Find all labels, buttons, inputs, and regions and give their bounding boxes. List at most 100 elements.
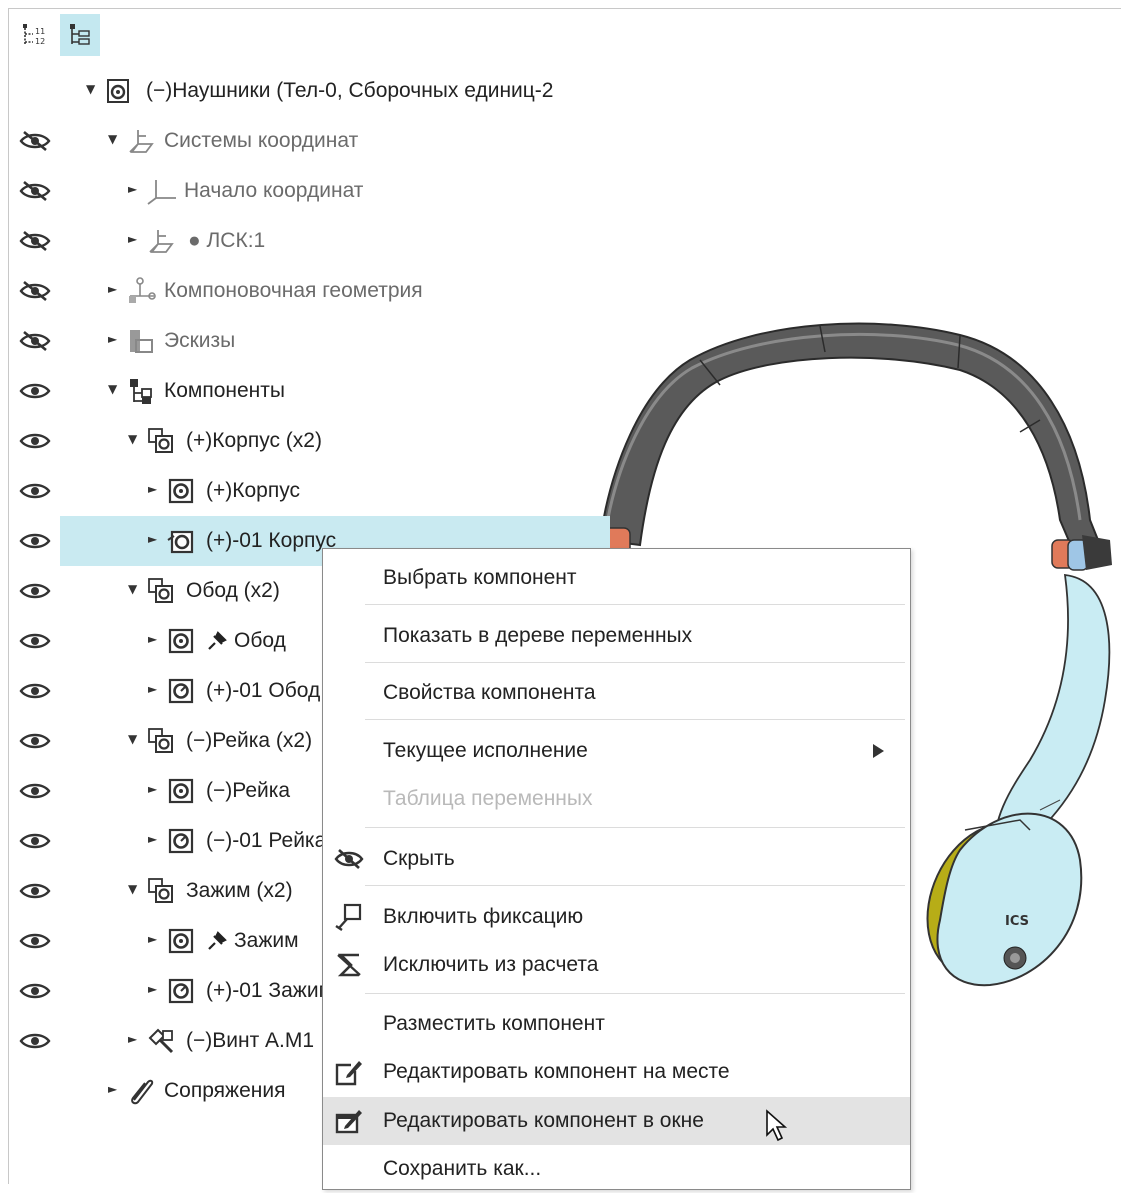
part-variant-icon bbox=[167, 530, 194, 554]
expand-arrow-icon[interactable]: ► bbox=[148, 833, 160, 845]
tree-row-sketches[interactable]: ► Эскизы bbox=[0, 316, 610, 366]
expand-arrow-icon[interactable]: ▼ bbox=[108, 383, 120, 395]
tree-structure-button[interactable] bbox=[60, 14, 100, 56]
expand-arrow-icon[interactable]: ► bbox=[148, 533, 160, 545]
mouse-cursor-icon bbox=[766, 1109, 788, 1142]
menu-item-label: Скрыть bbox=[383, 847, 455, 870]
visible-eye-icon[interactable] bbox=[18, 978, 52, 1004]
tree-row-layout-geometry[interactable]: ► Компоновочная геометрия bbox=[0, 266, 610, 316]
expand-arrow-icon[interactable]: ▼ bbox=[128, 733, 140, 745]
expand-arrow-icon[interactable]: ▼ bbox=[86, 83, 98, 95]
visible-eye-icon[interactable] bbox=[18, 478, 52, 504]
visible-eye-icon[interactable] bbox=[18, 1028, 52, 1054]
menu-item-exclude-from-calc[interactable]: Исключить из расчета bbox=[323, 941, 910, 989]
svg-text:11: 11 bbox=[35, 27, 45, 36]
menu-item-label: Показать в дереве переменных bbox=[383, 624, 693, 647]
tree-row-components[interactable]: ▼ Компоненты bbox=[0, 366, 610, 416]
expand-arrow-icon[interactable]: ► bbox=[108, 333, 120, 345]
visible-eye-icon[interactable] bbox=[18, 678, 52, 704]
visible-eye-icon[interactable] bbox=[18, 378, 52, 404]
visible-eye-icon[interactable] bbox=[18, 528, 52, 554]
expand-arrow-icon[interactable]: ► bbox=[108, 283, 120, 295]
hide-eye-icon bbox=[334, 849, 364, 869]
sketches-icon bbox=[130, 330, 153, 353]
edit-in-place-icon bbox=[335, 1061, 362, 1086]
menu-separator bbox=[365, 885, 905, 886]
tree-item-label: (+)-01 Зажим bbox=[206, 979, 334, 1002]
visible-eye-icon[interactable] bbox=[18, 628, 52, 654]
expand-arrow-icon[interactable]: ► bbox=[108, 1083, 120, 1095]
component-group-icon bbox=[148, 578, 173, 603]
tree-item-label: Эскизы bbox=[164, 329, 236, 352]
menu-item-label: Разместить компонент bbox=[383, 1012, 605, 1035]
part-icon bbox=[168, 628, 194, 654]
context-menu: Выбрать компонент Показать в дереве пере… bbox=[322, 548, 911, 1190]
tree-item-label: Обод bbox=[234, 629, 286, 652]
expand-arrow-icon[interactable]: ► bbox=[148, 633, 160, 645]
menu-item-place-component[interactable]: Разместить компонент bbox=[323, 1000, 910, 1048]
expand-arrow-icon[interactable]: ▼ bbox=[128, 583, 140, 595]
standard-part-icon bbox=[148, 1028, 174, 1054]
tree-item-label: (+)-01 Корпус bbox=[206, 529, 337, 552]
menu-item-show-in-variables-tree[interactable]: Показать в дереве переменных bbox=[323, 612, 910, 660]
menu-item-label: Выбрать компонент bbox=[383, 566, 577, 589]
menu-item-label: Таблица переменных bbox=[383, 787, 593, 810]
tree-row-origin[interactable]: ► Начало координат bbox=[0, 166, 610, 216]
menu-item-save-as[interactable]: Сохранить как... bbox=[323, 1145, 910, 1193]
menu-item-select-component[interactable]: Выбрать компонент bbox=[323, 554, 910, 602]
svg-text:ICS: ICS bbox=[1005, 914, 1029, 929]
visible-eye-icon[interactable] bbox=[18, 778, 52, 804]
visible-eye-icon[interactable] bbox=[18, 878, 52, 904]
tree-item-label: Сопряжения bbox=[164, 1079, 286, 1102]
expand-arrow-icon[interactable]: ▼ bbox=[108, 133, 120, 145]
menu-item-label: Включить фиксацию bbox=[383, 905, 584, 928]
expand-arrow-icon[interactable]: ► bbox=[128, 1033, 140, 1045]
tree-item-label: Обод (x2) bbox=[186, 579, 280, 602]
menu-item-current-configuration[interactable]: Текущее исполнение bbox=[323, 727, 910, 775]
expand-arrow-icon[interactable]: ▼ bbox=[128, 883, 140, 895]
tree-item-label: Зажим bbox=[234, 929, 299, 952]
hidden-eye-icon[interactable] bbox=[18, 128, 52, 154]
visible-eye-icon[interactable] bbox=[18, 578, 52, 604]
menu-item-edit-in-place[interactable]: Редактировать компонент на месте bbox=[323, 1048, 910, 1096]
visible-eye-icon[interactable] bbox=[18, 828, 52, 854]
tree-item-label: Начало координат bbox=[184, 179, 364, 202]
expand-arrow-icon[interactable]: ► bbox=[128, 183, 140, 195]
menu-item-hide[interactable]: Скрыть bbox=[323, 835, 910, 883]
expand-arrow-icon[interactable]: ► bbox=[128, 233, 140, 245]
fixed-pin-icon bbox=[208, 931, 227, 950]
tree-row-korpus-group[interactable]: ▼ (+)Корпус (x2) bbox=[0, 416, 610, 466]
hidden-eye-icon[interactable] bbox=[18, 178, 52, 204]
tree-item-label: (−)-01 Рейка bbox=[206, 829, 327, 852]
tree-row-root[interactable]: ▼ (−)Наушники (Тел-0, Сборочных единиц-2 bbox=[0, 66, 610, 116]
hidden-eye-icon[interactable] bbox=[18, 328, 52, 354]
expand-arrow-icon[interactable]: ► bbox=[148, 933, 160, 945]
tree-row-korpus[interactable]: ► (+)Корпус bbox=[0, 466, 610, 516]
tree-flat-button[interactable]: 11 12 bbox=[14, 14, 54, 56]
visible-eye-icon[interactable] bbox=[18, 928, 52, 954]
visible-eye-icon[interactable] bbox=[18, 728, 52, 754]
component-group-icon bbox=[148, 728, 173, 753]
hidden-eye-icon[interactable] bbox=[18, 228, 52, 254]
tree-item-label: ● ЛСК:1 bbox=[188, 229, 266, 252]
expand-arrow-icon[interactable]: ► bbox=[148, 983, 160, 995]
tree-row-local-cs[interactable]: ► ● ЛСК:1 bbox=[0, 216, 610, 266]
hidden-eye-icon[interactable] bbox=[18, 278, 52, 304]
tree-row-coordinate-systems[interactable]: ▼ Системы координат bbox=[0, 116, 610, 166]
expand-arrow-icon[interactable]: ► bbox=[148, 483, 160, 495]
layout-geometry-icon bbox=[129, 277, 156, 303]
local-cs-icon bbox=[149, 230, 174, 253]
menu-item-enable-fixation[interactable]: Включить фиксацию bbox=[323, 893, 910, 941]
expand-arrow-icon[interactable]: ► bbox=[148, 683, 160, 695]
fixed-pin-icon bbox=[208, 631, 227, 650]
menu-item-label: Сохранить как... bbox=[383, 1157, 542, 1180]
expand-arrow-icon[interactable]: ► bbox=[148, 783, 160, 795]
visible-eye-icon[interactable] bbox=[18, 428, 52, 454]
part-icon bbox=[168, 928, 194, 954]
menu-item-edit-in-window[interactable]: Редактировать компонент в окне bbox=[323, 1097, 910, 1145]
components-icon bbox=[130, 379, 152, 404]
menu-item-component-properties[interactable]: Свойства компонента bbox=[323, 669, 910, 717]
expand-arrow-icon[interactable]: ▼ bbox=[128, 433, 140, 445]
tree-structure-icon bbox=[70, 24, 90, 45]
part-variant-icon bbox=[168, 978, 194, 1004]
